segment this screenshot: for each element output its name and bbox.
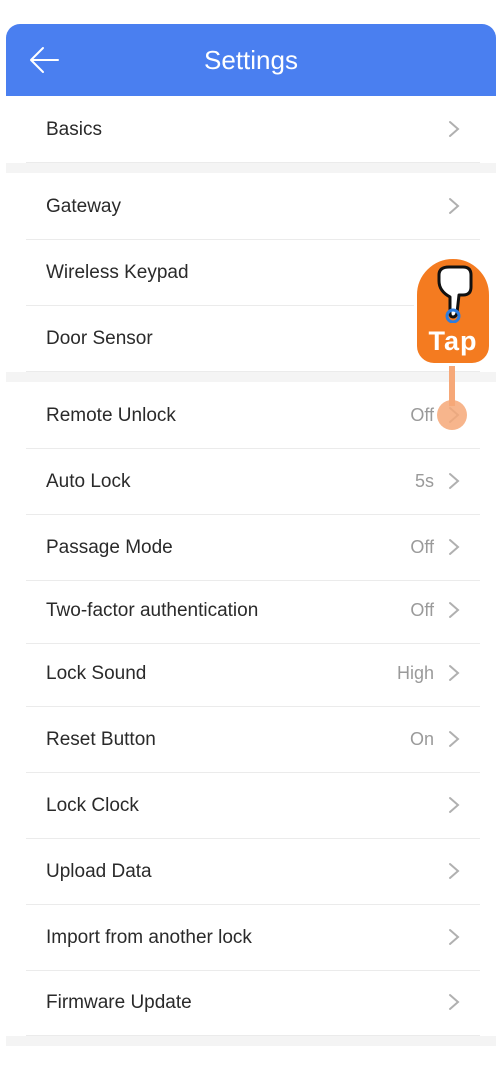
row-wireless-keypad[interactable]: Wireless Keypad (26, 240, 480, 306)
chevron-right-icon (449, 863, 460, 879)
row-value: On (409, 729, 434, 749)
row-label: Door Sensor (46, 328, 153, 349)
tap-hint-label: Tap (428, 326, 478, 356)
row-two-factor-authentication[interactable]: Two-factor authentication Off (26, 578, 480, 644)
row-upload-data[interactable]: Upload Data (26, 839, 480, 905)
chevron-right-icon (449, 994, 460, 1010)
row-value: 5s (414, 471, 434, 491)
row-label: Two-factor authentication (46, 600, 259, 621)
row-value: High (396, 663, 434, 683)
hand-pointer-icon (437, 265, 473, 323)
tap-hint-target (437, 400, 467, 430)
row-label: Gateway (46, 196, 121, 217)
chevron-right-icon (449, 539, 460, 555)
row-label: Passage Mode (46, 537, 173, 558)
section-divider (6, 372, 496, 382)
row-label: Upload Data (46, 861, 152, 882)
section-divider (6, 163, 496, 173)
row-value: Off (410, 537, 434, 557)
row-value: Off (410, 600, 434, 620)
row-label: Import from another lock (46, 927, 252, 948)
row-auto-lock[interactable]: Auto Lock 5s (26, 449, 480, 515)
row-label: Lock Clock (46, 795, 139, 816)
page-title: Settings (204, 45, 298, 75)
top-bar: Settings (6, 24, 496, 96)
chevron-right-icon (449, 731, 460, 747)
row-lock-sound[interactable]: Lock Sound High (26, 641, 480, 707)
row-label: Auto Lock (46, 471, 131, 492)
row-gateway[interactable]: Gateway (26, 174, 480, 240)
row-remote-unlock[interactable]: Remote Unlock Off (26, 383, 480, 449)
row-label: Reset Button (46, 729, 156, 750)
tap-hint-badge: Tap (414, 256, 492, 366)
chevron-right-icon (449, 665, 460, 681)
row-reset-button[interactable]: Reset Button On (26, 707, 480, 773)
chevron-right-icon (449, 198, 460, 214)
chevron-right-icon (449, 602, 460, 618)
chevron-right-icon (449, 473, 460, 489)
chevron-right-icon (449, 797, 460, 813)
row-label: Firmware Update (46, 992, 192, 1013)
row-label: Lock Sound (46, 663, 147, 684)
section-divider (6, 1036, 496, 1046)
row-label: Wireless Keypad (46, 262, 189, 283)
settings-screen: Settings Basics Gateway Wireless Keypad … (0, 0, 496, 1071)
row-door-sensor[interactable]: Door Sensor (26, 306, 480, 372)
row-basics[interactable]: Basics (26, 97, 480, 163)
chevron-right-icon (449, 121, 460, 137)
row-lock-clock[interactable]: Lock Clock (26, 773, 480, 839)
row-value: Off (410, 405, 434, 425)
row-passage-mode[interactable]: Passage Mode Off (26, 515, 480, 581)
row-label: Remote Unlock (46, 405, 176, 426)
row-import-from-another-lock[interactable]: Import from another lock (26, 905, 480, 971)
row-firmware-update[interactable]: Firmware Update (26, 970, 480, 1036)
chevron-right-icon (449, 929, 460, 945)
row-label: Basics (46, 119, 102, 140)
